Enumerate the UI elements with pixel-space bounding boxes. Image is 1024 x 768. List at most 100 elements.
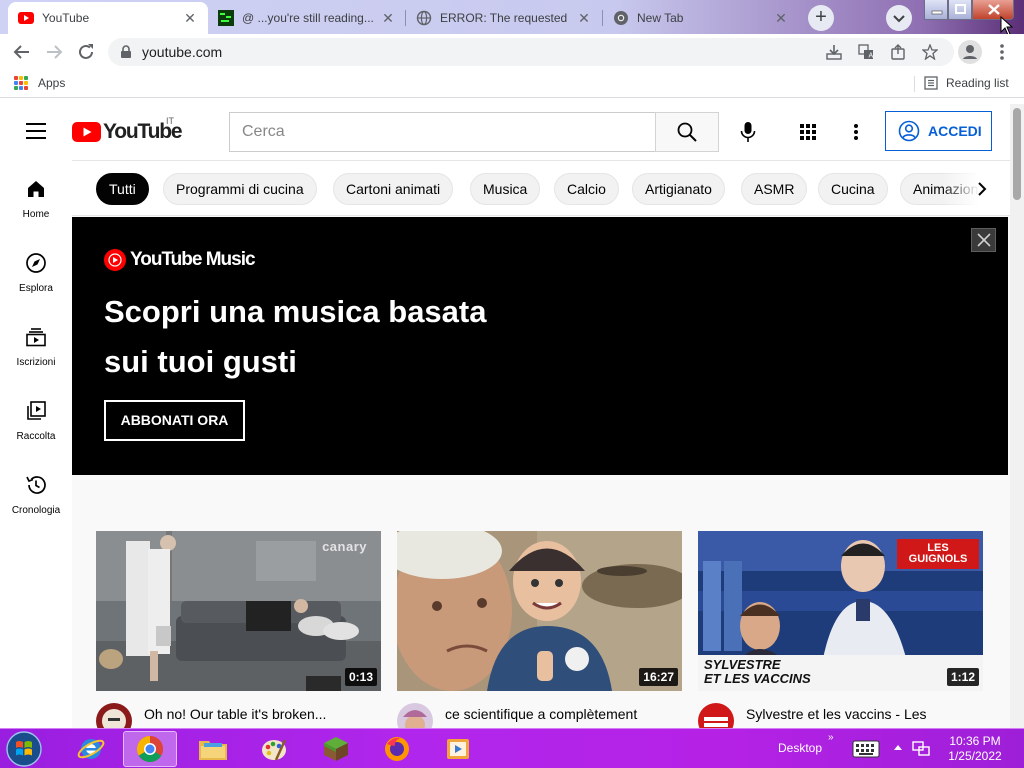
youtube-logo[interactable]: YouTube IT [72,116,183,144]
guide-menu-button[interactable] [26,123,46,139]
back-button[interactable] [10,40,34,64]
chip-programmi-di-cucina[interactable]: Programmi di cucina [163,173,317,205]
close-tab-icon[interactable]: ✕ [380,10,396,26]
person-icon [963,45,977,59]
network-icon[interactable] [912,741,930,757]
taskbar-chrome[interactable] [123,731,177,767]
channel-avatar[interactable] [698,703,734,728]
windows-taskbar: Desktop » 10:36 PM 1/25/2022 [0,728,1024,768]
tab-error[interactable]: ERROR: The requested U ✕ [406,2,602,34]
system-clock[interactable]: 10:36 PM 1/25/2022 [940,734,1010,764]
subscribe-now-button[interactable]: ABBONATI ORA [104,400,245,441]
close-tab-icon[interactable]: ✕ [182,10,198,26]
minimize-window-button[interactable] [924,0,948,20]
url-text: youtube.com [142,44,223,60]
video-thumbnail[interactable]: LES GUIGNOLS SYLVESTRE ET LES VACCINS 1:… [698,531,983,691]
thumbnail-image [96,531,381,691]
sidebar-item-raccolta[interactable]: Raccolta [0,390,72,464]
video-title[interactable]: Sylvestre et les vaccins - Les [746,705,982,723]
share-icon[interactable] [890,44,906,60]
canary-watermark: canary [322,539,367,554]
sign-in-button[interactable]: ACCEDI [885,111,992,151]
tab-reading[interactable]: @ ...you're still reading... ✕ [208,2,406,34]
terminal-icon [218,10,234,26]
internet-explorer-icon [77,739,105,759]
youtube-music-logo: YouTube Music [104,249,256,271]
search-icon [677,122,697,142]
close-tab-icon[interactable]: ✕ [576,10,592,26]
show-hidden-icons-icon[interactable] [892,741,904,755]
start-button[interactable] [4,730,44,768]
youtube-music-banner: YouTube Music Scopri una musica basata s… [72,217,1008,475]
video-card[interactable]: canary 0:13 Oh no! Our table it's broken… [96,531,381,728]
tab-new-tab[interactable]: New Tab ✕ [603,2,799,34]
video-title[interactable]: Oh no! Our table it's broken... [144,705,380,723]
sidebar-item-home[interactable]: Home [0,168,72,242]
maximize-window-button[interactable] [948,0,972,20]
taskbar-file-explorer[interactable] [186,731,240,767]
tab-search-button[interactable] [886,5,912,31]
video-thumbnail[interactable]: canary 0:13 [96,531,381,691]
forward-button[interactable] [42,40,66,64]
desktop-toolbar-label[interactable]: Desktop [778,741,822,755]
screen: YouTube ✕ @ ...you're still reading... ✕… [0,0,1024,768]
apps-bookmark[interactable]: Apps [14,76,65,90]
scrollbar-thumb[interactable] [1013,108,1021,200]
toolbar-expand-icon[interactable]: » [828,732,834,743]
chips-next-button[interactable] [970,177,994,201]
chip-musica[interactable]: Musica [470,173,541,205]
settings-more-button[interactable] [848,122,864,142]
new-tab-button[interactable]: + [808,5,834,31]
chip-cartoni-animati[interactable]: Cartoni animati [333,173,454,205]
youtube-apps-button[interactable] [798,122,818,142]
tab-youtube[interactable]: YouTube ✕ [8,2,208,34]
taskbar-firefox[interactable] [370,731,424,767]
account-circle-icon [898,120,920,142]
mouse-cursor-icon [1000,16,1014,36]
taskbar-minecraft[interactable] [309,731,363,767]
chip-cucina[interactable]: Cucina [818,173,888,205]
video-card[interactable]: 16:27 ce scientifique a complètement [397,531,682,728]
chip-tutti[interactable]: Tutti [96,173,149,205]
video-title[interactable]: ce scientifique a complètement [445,705,681,723]
chip-calcio[interactable]: Calcio [554,173,619,205]
banner-headline-line2: sui tuoi gusti [104,344,297,379]
channel-avatar[interactable] [397,703,433,728]
voice-search-button[interactable] [734,118,762,146]
video-thumbnail[interactable]: 16:27 [397,531,682,691]
profile-button[interactable] [958,40,982,64]
dismiss-banner-button[interactable] [971,228,996,252]
tab-title: YouTube [42,11,90,25]
sidebar-item-esplora[interactable]: Esplora [0,242,72,316]
channel-avatar[interactable] [96,703,132,728]
address-bar[interactable]: youtube.com A [108,38,954,66]
sign-in-label: ACCEDI [928,123,982,139]
channel-avatar-image [96,703,132,728]
close-tab-icon[interactable]: ✕ [773,10,789,26]
browser-tab-strip: YouTube ✕ @ ...you're still reading... ✕… [0,0,1024,36]
reload-button[interactable] [74,40,98,64]
tab-title: ERROR: The requested U [440,11,570,25]
chip-artigianato[interactable]: Artigianato [632,173,725,205]
reading-list-button[interactable]: Reading list [924,76,1009,90]
taskbar-paint[interactable] [247,731,301,767]
minimize-icon [931,10,943,15]
search-box[interactable] [229,112,656,152]
keyboard-icon[interactable] [852,740,880,758]
channel-avatar-image [397,703,433,728]
taskbar-media-player[interactable] [431,731,485,767]
bookmark-star-icon[interactable] [922,44,938,60]
search-input[interactable] [230,113,656,151]
page-scrollbar[interactable] [1010,104,1024,728]
install-app-icon[interactable] [826,44,842,60]
search-button[interactable] [655,112,719,152]
translate-icon[interactable]: A [858,44,874,60]
chip-asmr[interactable]: ASMR [741,173,808,205]
sidebar-item-iscrizioni[interactable]: Iscrizioni [0,316,72,390]
taskbar-internet-explorer[interactable] [64,731,118,767]
browser-menu-button[interactable] [994,42,1010,62]
paint-palette-icon [262,739,287,761]
sidebar-item-cronologia[interactable]: Cronologia [0,464,72,538]
sidebar-item-label: Cronologia [11,505,61,516]
video-card[interactable]: LES GUIGNOLS SYLVESTRE ET LES VACCINS 1:… [698,531,983,728]
